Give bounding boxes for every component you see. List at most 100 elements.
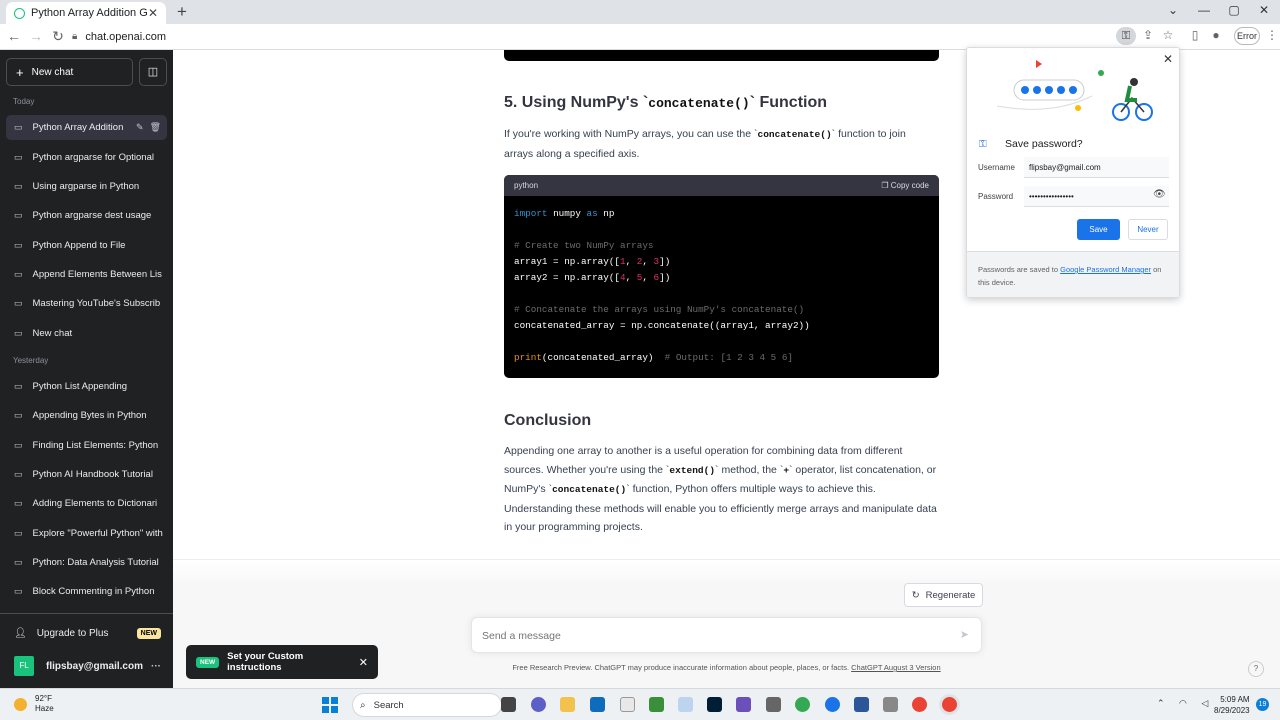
- plus-icon: +: [16, 64, 24, 80]
- new-badge: NEW: [136, 627, 161, 639]
- save-button[interactable]: Save: [1077, 219, 1120, 240]
- store-icon[interactable]: [590, 697, 605, 712]
- chrome-active-icon[interactable]: [942, 697, 957, 712]
- app-icon[interactable]: [620, 697, 635, 712]
- eye-icon[interactable]: 👁︎: [1153, 189, 1166, 200]
- chat-item[interactable]: ▭ Using argparse in Python: [6, 174, 167, 199]
- side-panel-icon[interactable]: ▯: [1187, 28, 1203, 42]
- popup-close-icon[interactable]: ✕: [1163, 52, 1173, 66]
- chat-title: Mastering YouTube's Subscrib: [32, 298, 161, 309]
- new-chat-button[interactable]: + New chat: [6, 58, 133, 86]
- trash-icon[interactable]: 🗑︎: [150, 122, 161, 133]
- taskbar-search[interactable]: ⌕ Search: [352, 693, 502, 717]
- clock[interactable]: 5:09 AM 8/29/2023: [1214, 694, 1250, 716]
- profile-icon[interactable]: ●: [1208, 28, 1224, 42]
- toast-close-icon[interactable]: ✕: [359, 656, 368, 669]
- task-view-icon[interactable]: [501, 697, 516, 712]
- send-icon[interactable]: ➤: [960, 628, 969, 641]
- chat-item[interactable]: ▭ Python Array Addition ✎ 🗑︎: [6, 115, 167, 140]
- forward-icon[interactable]: →: [28, 28, 44, 44]
- error-button[interactable]: Error: [1234, 27, 1260, 45]
- password-field[interactable]: ••••••••••••••••: [1024, 186, 1169, 207]
- chat-bubble-icon: ▭: [14, 410, 23, 420]
- app-icon[interactable]: [854, 697, 869, 712]
- regenerate-icon: ↻: [911, 589, 920, 601]
- chat-title: Python AI Handbook Tutorial: [32, 469, 153, 480]
- chrome-icon[interactable]: [912, 697, 927, 712]
- conclusion-heading: Conclusion: [504, 412, 592, 429]
- app-icon[interactable]: [649, 697, 664, 712]
- app-icon[interactable]: [736, 697, 751, 712]
- chat-bubble-icon: ▭: [14, 440, 23, 450]
- new-tab-button[interactable]: +: [173, 2, 191, 22]
- tab-search-icon[interactable]: ⌄: [1163, 3, 1183, 17]
- share-icon[interactable]: ⇪: [1140, 28, 1156, 42]
- photos-icon[interactable]: [678, 697, 693, 712]
- chat-title: Python Append to File: [32, 240, 126, 251]
- notification-badge[interactable]: 19: [1256, 698, 1269, 711]
- message-input[interactable]: [482, 627, 952, 645]
- custom-instructions-toast[interactable]: NEW Set your Custom instructions ✕: [186, 645, 378, 679]
- windows-start-icon[interactable]: [322, 697, 338, 713]
- chat-item[interactable]: ▭ Block Commenting in Python: [6, 579, 167, 604]
- password-key-icon[interactable]: ⚿: [1116, 27, 1136, 45]
- browser-tab[interactable]: Python Array Addition Guide ✕: [6, 2, 166, 24]
- app-icon[interactable]: [883, 697, 898, 712]
- conclusion-paragraph: Appending one array to another is a usef…: [504, 445, 937, 533]
- chat-item[interactable]: ▭ Adding Elements to Dictionari: [6, 491, 167, 516]
- copy-code-button[interactable]: ❐ Copy code: [881, 181, 929, 190]
- section-today: Today: [13, 97, 35, 106]
- file-explorer-icon[interactable]: [560, 697, 575, 712]
- chat-bubble-icon: ▭: [14, 557, 23, 567]
- chat-item[interactable]: ▭ Mastering YouTube's Subscrib: [6, 291, 167, 316]
- previous-code-block: [504, 50, 939, 61]
- photoshop-icon[interactable]: [707, 697, 722, 712]
- chat-item[interactable]: ▭ Python argparse dest usage: [6, 203, 167, 228]
- upgrade-button[interactable]: 👤︎ Upgrade to Plus NEW: [6, 620, 167, 646]
- reload-icon[interactable]: ↻: [50, 28, 66, 45]
- maximize-icon[interactable]: ▢: [1224, 3, 1244, 17]
- chrome-profile-icon[interactable]: [795, 697, 810, 712]
- system-tray[interactable]: ⌃ ◠ ◁: [1157, 698, 1214, 709]
- code-block: python ❐ Copy code import numpy as np # …: [504, 175, 939, 378]
- chat-title: New chat: [32, 328, 73, 339]
- menu-kebab-icon[interactable]: ⋮: [1264, 28, 1280, 42]
- more-icon[interactable]: ···: [151, 661, 161, 672]
- chat-item[interactable]: ▭ Python AI Handbook Tutorial: [6, 462, 167, 487]
- user-menu[interactable]: FL flipsbay@gmail.com ···: [6, 652, 167, 680]
- user-icon: 👤︎: [14, 627, 27, 639]
- sidebar-bottom: 👤︎ Upgrade to Plus NEW FL flipsbay@gmail…: [0, 613, 173, 688]
- chat-item[interactable]: ▭ New chat: [6, 321, 167, 346]
- url-field[interactable]: 🔒︎ chat.openai.com: [72, 26, 1112, 47]
- minimize-icon[interactable]: —: [1194, 3, 1214, 17]
- bookmark-star-icon[interactable]: ☆: [1160, 28, 1176, 42]
- tab-close-icon[interactable]: ✕: [148, 6, 158, 20]
- username-field[interactable]: flipsbay@gmail.com: [1024, 157, 1169, 178]
- chat-item[interactable]: ▭ Python: Data Analysis Tutorial: [6, 550, 167, 575]
- edit-icon[interactable]: ✎: [136, 122, 144, 133]
- chat-bubble-icon: ▭: [14, 586, 23, 596]
- window-close-icon[interactable]: ✕: [1254, 3, 1274, 17]
- heading-numpy-concatenate: 5. Using NumPy's `concatenate()` Functio…: [504, 94, 828, 111]
- chat-item[interactable]: ▭ Explore "Powerful Python" with: [6, 521, 167, 546]
- chat-item[interactable]: ▭ Append Elements Between Lis: [6, 262, 167, 287]
- regenerate-button[interactable]: ↻ Regenerate: [904, 583, 983, 607]
- calculator-icon[interactable]: [766, 697, 781, 712]
- chat-title: Python: Data Analysis Tutorial: [32, 557, 159, 568]
- popup-footer: Passwords are saved to Google Password M…: [967, 251, 1179, 297]
- chrome-profile-icon[interactable]: [825, 697, 840, 712]
- weather-widget[interactable]: 92°F Haze: [14, 694, 54, 714]
- back-icon[interactable]: ←: [6, 28, 22, 44]
- password-manager-link[interactable]: Google Password Manager: [1060, 265, 1151, 274]
- chat-item[interactable]: ▭ Finding List Elements: Python: [6, 433, 167, 458]
- chat-item[interactable]: ▭ Python argparse for Optional: [6, 145, 167, 170]
- chat-item[interactable]: ▭ Python Append to File: [6, 233, 167, 258]
- chat-item[interactable]: ▭ Python List Appending: [6, 374, 167, 399]
- chat-item[interactable]: ▭ Appending Bytes in Python: [6, 403, 167, 428]
- never-button[interactable]: Never: [1128, 219, 1168, 240]
- chat-app-icon[interactable]: [531, 697, 546, 712]
- sidebar-toggle-icon[interactable]: ◫: [139, 58, 167, 86]
- help-button[interactable]: ?: [1248, 661, 1264, 677]
- sidebar: + New chat ◫ Today ▭ Python Array Additio…: [0, 50, 173, 688]
- version-link[interactable]: ChatGPT August 3 Version: [851, 663, 941, 672]
